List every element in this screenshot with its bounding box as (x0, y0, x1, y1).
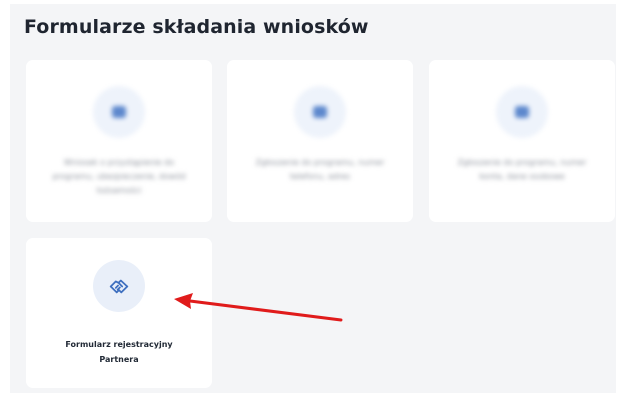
document-icon (294, 86, 346, 138)
document-icon (93, 86, 145, 138)
form-tile-3[interactable]: Zgłoszenie do programu, numer konta, dan… (429, 60, 615, 222)
section-heading: Formularze składania wniosków (24, 16, 369, 38)
handshake-icon (93, 260, 145, 312)
document-icon (496, 86, 548, 138)
form-tile-label: Zgłoszenie do programu, numer telefonu, … (255, 158, 385, 181)
form-tile-label: Wniosek o przystąpienie do programu, ube… (52, 158, 186, 195)
form-tile-label: Zgłoszenie do programu, numer konta, dan… (457, 158, 587, 181)
forms-panel: Formularze składania wniosków Wniosek o … (10, 4, 616, 393)
partner-registration-tile[interactable]: Formularz rejestracyjny Partnera (26, 238, 212, 388)
partner-registration-label: Formularz rejestracyjny Partnera (65, 340, 173, 364)
form-tile-1[interactable]: Wniosek o przystąpienie do programu, ube… (26, 60, 212, 222)
form-tile-2[interactable]: Zgłoszenie do programu, numer telefonu, … (227, 60, 413, 222)
